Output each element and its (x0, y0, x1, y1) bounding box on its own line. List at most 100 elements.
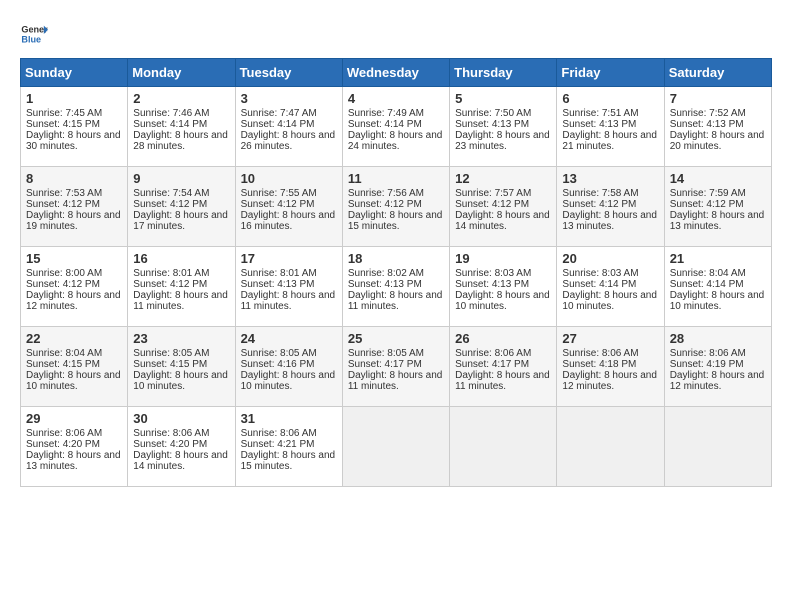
sunset-text: Sunset: 4:12 PM (348, 199, 444, 210)
calendar-week-row: 1Sunrise: 7:45 AMSunset: 4:15 PMDaylight… (21, 87, 772, 167)
daylight-text: Daylight: 8 hours and 12 minutes. (562, 370, 658, 392)
calendar-cell (664, 407, 771, 487)
calendar-cell: 24Sunrise: 8:05 AMSunset: 4:16 PMDayligh… (235, 327, 342, 407)
sunrise-text: Sunrise: 8:06 AM (455, 348, 551, 359)
daylight-text: Daylight: 8 hours and 11 minutes. (241, 290, 337, 312)
sunrise-text: Sunrise: 8:06 AM (562, 348, 658, 359)
daylight-text: Daylight: 8 hours and 10 minutes. (241, 370, 337, 392)
calendar-cell: 14Sunrise: 7:59 AMSunset: 4:12 PMDayligh… (664, 167, 771, 247)
daylight-text: Daylight: 8 hours and 11 minutes. (133, 290, 229, 312)
daylight-text: Daylight: 8 hours and 15 minutes. (241, 450, 337, 472)
sunrise-text: Sunrise: 8:03 AM (562, 268, 658, 279)
sunrise-text: Sunrise: 8:05 AM (348, 348, 444, 359)
sunset-text: Sunset: 4:13 PM (562, 119, 658, 130)
day-number: 29 (26, 411, 122, 426)
calendar-cell: 18Sunrise: 8:02 AMSunset: 4:13 PMDayligh… (342, 247, 449, 327)
day-number: 19 (455, 251, 551, 266)
day-number: 25 (348, 331, 444, 346)
sunset-text: Sunset: 4:14 PM (241, 119, 337, 130)
sunrise-text: Sunrise: 8:01 AM (133, 268, 229, 279)
daylight-text: Daylight: 8 hours and 10 minutes. (562, 290, 658, 312)
calendar-cell (450, 407, 557, 487)
calendar-table: SundayMondayTuesdayWednesdayThursdayFrid… (20, 58, 772, 487)
sunset-text: Sunset: 4:17 PM (348, 359, 444, 370)
calendar-cell: 27 Sunrise: 8:06 AMSunset: 4:18 PMDayligh… (557, 327, 664, 407)
daylight-text: Daylight: 8 hours and 12 minutes. (670, 370, 766, 392)
sunset-text: Sunset: 4:13 PM (670, 119, 766, 130)
sunrise-text: Sunrise: 7:49 AM (348, 108, 444, 119)
daylight-text: Daylight: 8 hours and 13 minutes. (670, 210, 766, 232)
daylight-text: Daylight: 8 hours and 16 minutes. (241, 210, 337, 232)
day-number: 7 (670, 91, 766, 106)
day-number: 13 (562, 171, 658, 186)
day-number: 10 (241, 171, 337, 186)
daylight-text: Daylight: 8 hours and 13 minutes. (562, 210, 658, 232)
weekday-header: Thursday (450, 59, 557, 87)
calendar-cell: 8Sunrise: 7:53 AMSunset: 4:12 PMDaylight… (21, 167, 128, 247)
calendar-cell: 21Sunrise: 8:04 AMSunset: 4:14 PMDayligh… (664, 247, 771, 327)
logo: General Blue (20, 20, 48, 48)
sunset-text: Sunset: 4:14 PM (348, 119, 444, 130)
calendar-cell (342, 407, 449, 487)
sunrise-text: Sunrise: 7:51 AM (562, 108, 658, 119)
calendar-cell: 12Sunrise: 7:57 AMSunset: 4:12 PMDayligh… (450, 167, 557, 247)
sunrise-text: Sunrise: 7:45 AM (26, 108, 122, 119)
day-number: 30 (133, 411, 229, 426)
weekday-header: Monday (128, 59, 235, 87)
day-number: 26 (455, 331, 551, 346)
sunrise-text: Sunrise: 7:50 AM (455, 108, 551, 119)
sunset-text: Sunset: 4:14 PM (670, 279, 766, 290)
sunset-text: Sunset: 4:15 PM (133, 359, 229, 370)
daylight-text: Daylight: 8 hours and 30 minutes. (26, 130, 122, 152)
calendar-week-row: 15Sunrise: 8:00 AMSunset: 4:12 PMDayligh… (21, 247, 772, 327)
sunset-text: Sunset: 4:13 PM (241, 279, 337, 290)
sunrise-text: Sunrise: 7:47 AM (241, 108, 337, 119)
calendar-cell: 15Sunrise: 8:00 AMSunset: 4:12 PMDayligh… (21, 247, 128, 327)
sunrise-text: Sunrise: 7:54 AM (133, 188, 229, 199)
calendar-week-row: 29Sunrise: 8:06 AMSunset: 4:20 PMDayligh… (21, 407, 772, 487)
sunset-text: Sunset: 4:17 PM (455, 359, 551, 370)
weekday-header: Tuesday (235, 59, 342, 87)
sunset-text: Sunset: 4:15 PM (26, 359, 122, 370)
sunset-text: Sunset: 4:12 PM (26, 199, 122, 210)
day-number: 3 (241, 91, 337, 106)
weekday-header: Friday (557, 59, 664, 87)
calendar-cell: 16Sunrise: 8:01 AMSunset: 4:12 PMDayligh… (128, 247, 235, 327)
calendar-cell: 4Sunrise: 7:49 AMSunset: 4:14 PMDaylight… (342, 87, 449, 167)
calendar-cell: 9Sunrise: 7:54 AMSunset: 4:12 PMDaylight… (128, 167, 235, 247)
calendar-cell: 7Sunrise: 7:52 AMSunset: 4:13 PMDaylight… (664, 87, 771, 167)
calendar-body: 1 Sunrise: 7:45 AM Sunset: 4:15 PM Daylight… (21, 87, 772, 487)
sunrise-text: Sunrise: 7:56 AM (348, 188, 444, 199)
calendar-cell: 31Sunrise: 8:06 AMSunset: 4:21 PMDayligh… (235, 407, 342, 487)
day-number: 28 (670, 331, 766, 346)
daylight-text: Daylight: 8 hours and 12 minutes. (26, 290, 122, 312)
daylight-text: Daylight: 8 hours and 19 minutes. (26, 210, 122, 232)
sunset-text: Sunset: 4:18 PM (562, 359, 658, 370)
daylight-text: Daylight: 8 hours and 21 minutes. (562, 130, 658, 152)
daylight-text: Daylight: 8 hours and 24 minutes. (348, 130, 444, 152)
calendar-cell: 28Sunrise: 8:06 AMSunset: 4:19 PMDayligh… (664, 327, 771, 407)
daylight-text: Daylight: 8 hours and 15 minutes. (348, 210, 444, 232)
day-number: 21 (670, 251, 766, 266)
day-number: 17 (241, 251, 337, 266)
page-header: General Blue (20, 20, 772, 48)
sunrise-text: Sunrise: 7:55 AM (241, 188, 337, 199)
daylight-text: Daylight: 8 hours and 13 minutes. (26, 450, 122, 472)
day-number: 1 (26, 91, 122, 106)
sunset-text: Sunset: 4:21 PM (241, 439, 337, 450)
calendar-cell: 22Sunrise: 8:04 AMSunset: 4:15 PMDayligh… (21, 327, 128, 407)
calendar-cell: 13Sunrise: 7:58 AMSunset: 4:12 PMDayligh… (557, 167, 664, 247)
day-number: 8 (26, 171, 122, 186)
day-number: 31 (241, 411, 337, 426)
sunrise-text: Sunrise: 8:06 AM (26, 428, 122, 439)
sunset-text: Sunset: 4:19 PM (670, 359, 766, 370)
sunset-text: Sunset: 4:12 PM (455, 199, 551, 210)
weekday-header: Saturday (664, 59, 771, 87)
calendar-week-row: 22Sunrise: 8:04 AMSunset: 4:15 PMDayligh… (21, 327, 772, 407)
calendar-cell: 10Sunrise: 7:55 AMSunset: 4:12 PMDayligh… (235, 167, 342, 247)
day-number: 27 (562, 331, 658, 346)
calendar-cell: 5Sunrise: 7:50 AMSunset: 4:13 PMDaylight… (450, 87, 557, 167)
sunset-text: Sunset: 4:13 PM (348, 279, 444, 290)
sunrise-text: Sunrise: 8:03 AM (455, 268, 551, 279)
day-number: 22 (26, 331, 122, 346)
